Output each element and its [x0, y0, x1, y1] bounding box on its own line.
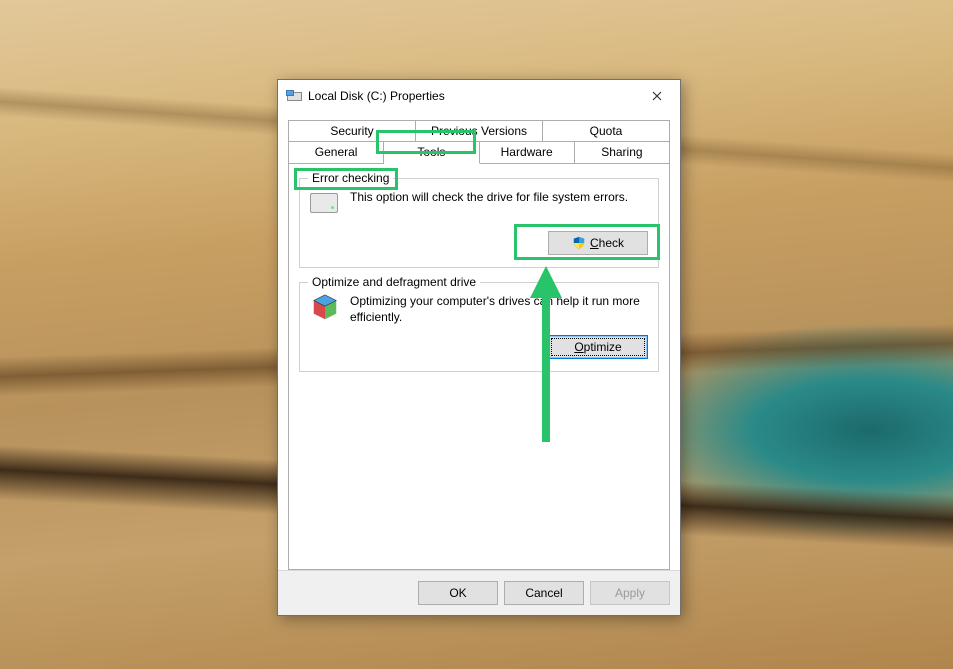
tab-security[interactable]: Security — [288, 120, 416, 142]
group-error-checking: Error checking This option will check th… — [299, 178, 659, 268]
defrag-icon — [310, 293, 342, 325]
properties-dialog: Local Disk (C:) Properties Security Prev… — [277, 79, 681, 616]
group-optimize-legend: Optimize and defragment drive — [308, 275, 480, 289]
close-icon — [652, 91, 662, 101]
tab-sharing[interactable]: Sharing — [575, 141, 670, 164]
group-optimize: Optimize and defragment drive Optim — [299, 282, 659, 372]
tab-previous-versions[interactable]: Previous Versions — [416, 120, 543, 142]
group-error-checking-legend: Error checking — [308, 171, 393, 185]
check-button[interactable]: Check — [548, 231, 648, 255]
titlebar[interactable]: Local Disk (C:) Properties — [278, 80, 680, 112]
error-checking-description: This option will check the drive for fil… — [350, 189, 648, 205]
apply-button[interactable]: Apply — [590, 581, 670, 605]
tab-hardware[interactable]: Hardware — [480, 141, 575, 164]
ok-button[interactable]: OK — [418, 581, 498, 605]
tab-tools[interactable]: Tools — [384, 141, 479, 164]
optimize-description: Optimizing your computer's drives can he… — [350, 293, 648, 325]
drive-icon — [286, 90, 302, 102]
window-title: Local Disk (C:) Properties — [308, 89, 445, 103]
hard-drive-icon — [310, 189, 342, 221]
tab-general[interactable]: General — [288, 141, 384, 164]
close-button[interactable] — [634, 81, 680, 111]
tab-panel-tools: Error checking This option will check th… — [288, 164, 670, 570]
dialog-footer: OK Cancel Apply — [278, 570, 680, 615]
optimize-button[interactable]: Optimize — [548, 335, 648, 359]
check-button-label: Check — [590, 236, 624, 250]
uac-shield-icon — [572, 236, 586, 250]
optimize-button-label: Optimize — [574, 340, 621, 354]
tab-quota[interactable]: Quota — [543, 120, 670, 142]
cancel-button[interactable]: Cancel — [504, 581, 584, 605]
tab-strip: Security Previous Versions Quota General… — [288, 120, 670, 164]
